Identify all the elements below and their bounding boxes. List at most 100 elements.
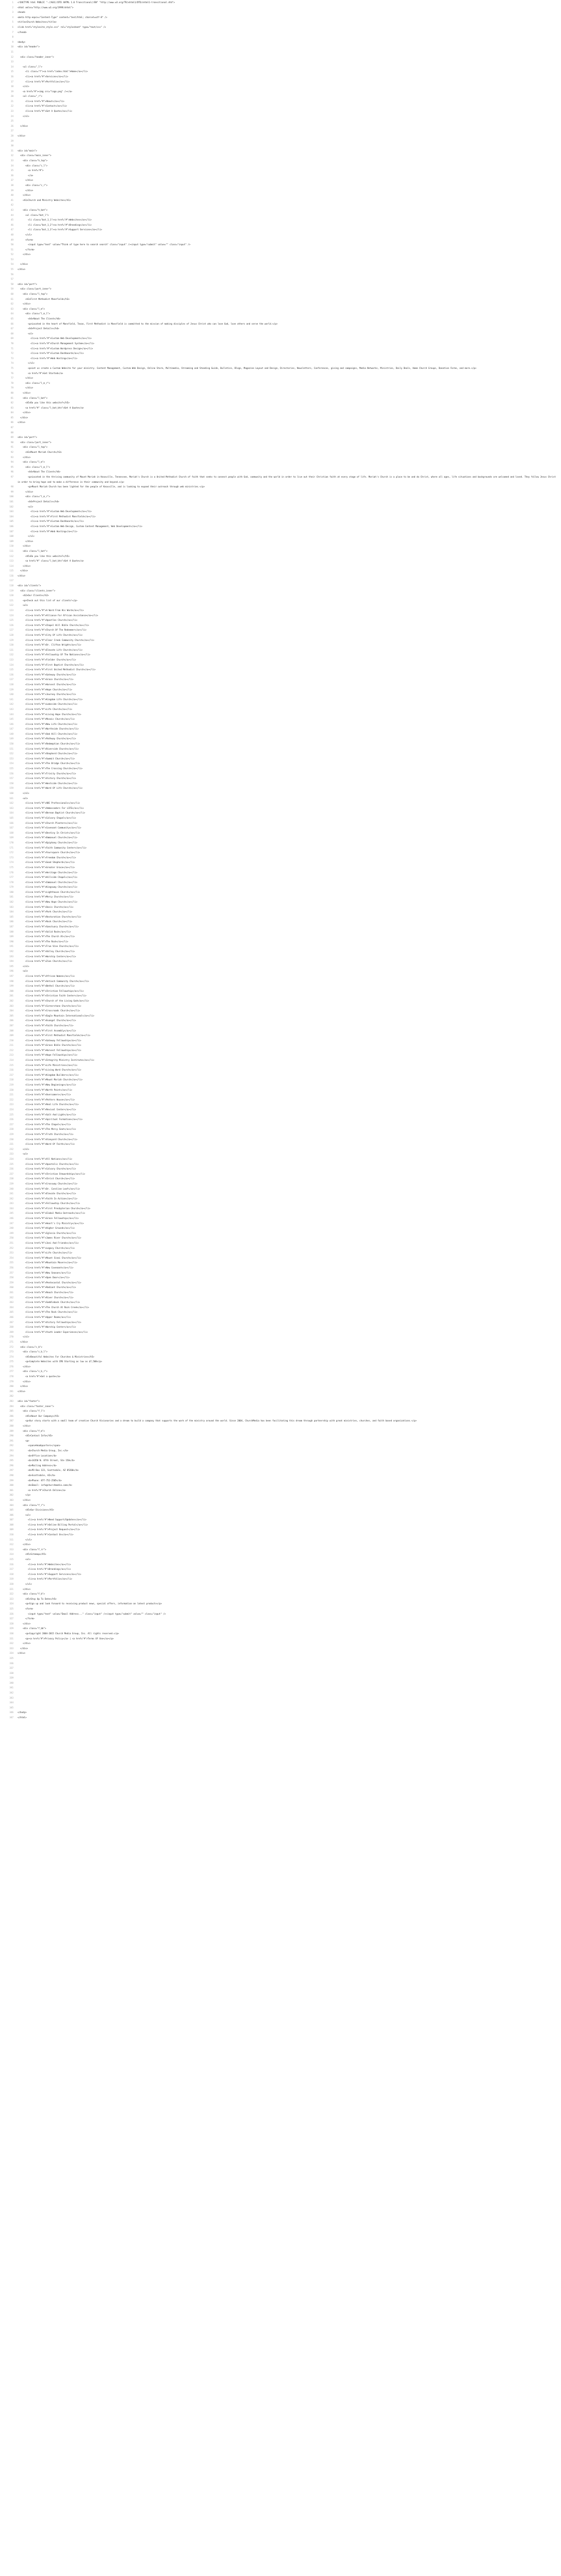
code-line[interactable]: 288 </div> [0,1423,561,1429]
code-line[interactable]: 155 <li><a href="#">The Crossing Church<… [0,766,561,771]
code-line[interactable]: 27 [0,128,561,133]
code-line[interactable]: 186 <li><a href="#">Rock Church</a></li> [0,919,561,924]
code-line[interactable]: 20 <ul class="_r"> [0,94,561,99]
code-line[interactable]: 202 <li><a href="#">Church of the Living… [0,998,561,1004]
code-line[interactable]: 13 [0,59,561,64]
code-line[interactable]: 97 <p>Located in the thriving community … [0,474,561,484]
code-line[interactable]: 69 <li><a href="#">Custom Web Developmen… [0,336,561,341]
code-line[interactable]: 136 <li><a href="#">Gateway Church</a></… [0,672,561,677]
code-line[interactable]: 194 <li><a href="#">Zion Church</a></li> [0,959,561,964]
code-line[interactable]: 334 </div> [0,1651,561,1656]
code-line[interactable]: 248 <li><a href="#">Higher Ground</a></l… [0,1226,561,1231]
code-line[interactable]: 81 <div class="l_bot"> [0,396,561,401]
code-line[interactable]: 128 <li><a href="#">City Of Life Church<… [0,633,561,638]
code-line[interactable]: 231 <li><a href="#">Word Of Faith</a></l… [0,1142,561,1147]
code-line[interactable]: 328 </div> [0,1621,561,1626]
code-line[interactable]: 6 <link href="stylesite_style.css" rel="s… [0,25,561,30]
code-line[interactable]: 162 <li><a href="#">ABC Professionals</a… [0,801,561,806]
code-line[interactable]: 227 <li><a href="#">The Chapel</a></li> [0,1122,561,1127]
code-line[interactable]: 45 <li class="bot_1_1"><a href="#">Websi… [0,217,561,223]
code-line[interactable]: 266 <li><a href="#">Upper Room</a></li> [0,1315,561,1320]
code-line[interactable]: 122 <ul> [0,603,561,608]
code-line[interactable]: 60 <div class="l_top"> [0,292,561,297]
code-line[interactable]: 55 </div> [0,267,561,272]
code-line[interactable]: 32 <div class="main_inner"> [0,153,561,158]
code-line[interactable]: 282 [0,1394,561,1399]
code-line[interactable]: 142 <li><a href="#">Lakeside Church</a><… [0,702,561,707]
code-line[interactable]: 298 <b>Scottsdale, AZ</b> [0,1473,561,1478]
code-line[interactable]: 19 <a href="#"><img src="logo.png" /></a… [0,89,561,94]
code-line[interactable]: 51 </form> [0,247,561,252]
code-line[interactable]: 127 <li><a href="#">Church Of The Redeem… [0,628,561,633]
code-line[interactable]: 58 <div id="port"> [0,282,561,287]
code-line[interactable]: 246 <li><a href="#">Grace Fellowship</a>… [0,1216,561,1221]
code-line[interactable]: 68 <ul> [0,331,561,336]
code-line[interactable]: 294 <b>Office Location</b> [0,1453,561,1459]
code-line[interactable]: 59 <div class="port_inner"> [0,286,561,292]
code-line[interactable]: 244 <li><a href="#">First Presbyterian C… [0,1206,561,1211]
code-line[interactable]: 140 <li><a href="#">Journey Church</a></… [0,692,561,697]
code-line[interactable]: 346 </body> [0,1710,561,1715]
code-line[interactable]: 148 <li><a href="#">Oak Hill Church</a><… [0,732,561,737]
code-line[interactable]: 279 </div> [0,1379,561,1384]
code-line[interactable]: 42 [0,202,561,208]
code-line[interactable]: 204 <li><a href="#">Crossroads Church</a… [0,1008,561,1013]
code-line[interactable]: 67 <h4>Project Details</h4> [0,326,561,331]
code-line[interactable]: 184 <li><a href="#">Park Church</a></li> [0,909,561,914]
code-line[interactable]: 262 <li><a href="#">River Church</a></li… [0,1295,561,1300]
code-line[interactable]: 171 <li><a href="#">Faith Community Cent… [0,845,561,851]
code-line[interactable]: 333 </div> [0,1646,561,1651]
code-line[interactable]: 96 <h4>About The Client</h4> [0,469,561,474]
code-line[interactable]: 79 </div> [0,385,561,391]
code-line[interactable]: 192 <li><a href="#">Valley Church</a></l… [0,949,561,954]
code-line[interactable]: 153 <li><a href="#">Summit Church</a></l… [0,756,561,761]
code-line[interactable]: 103 <li><a href="#">Custom Web Developme… [0,509,561,514]
code-line[interactable]: 98 <p>Mount Moriah Church has been light… [0,484,561,489]
code-line[interactable]: 152 <li><a href="#">Shepherd Church</a><… [0,751,561,756]
code-line[interactable]: 270 </ul> [0,1334,561,1340]
code-line[interactable]: 71 <li><a href="#">Custom Wordpress Desi… [0,346,561,351]
code-line[interactable]: 271 </div> [0,1340,561,1345]
code-line[interactable]: 61 <h3>First Methodist Mansfield</h3> [0,297,561,302]
code-line[interactable]: 337 [0,1666,561,1671]
code-line[interactable]: 22 <li><a href="#">Contact</a></li> [0,104,561,109]
code-line[interactable]: 9 <body> [0,40,561,45]
code-line[interactable]: 290 <h5>Contact Info</h5> [0,1433,561,1438]
code-line[interactable]: 300 <b>Email: info@churchmedia.com</b> [0,1483,561,1488]
code-line[interactable]: 24 </ul> [0,114,561,119]
code-line[interactable]: 291 <p> [0,1438,561,1444]
code-line[interactable]: 73 <li><a href="#">Web Hosting</a></li> [0,356,561,361]
code-line[interactable]: 226 <li><a href="#">Spiritual Formation<… [0,1117,561,1122]
code-line[interactable]: 306 <ul> [0,1513,561,1518]
code-line[interactable]: 107 <li><a href="#">Web Hosting</a></li> [0,529,561,534]
code-line[interactable]: 15 <li class="f"><a href="index.html">Ho… [0,69,561,74]
code-line[interactable]: 84 </div> [0,410,561,415]
code-line[interactable]: 178 <li><a href="#">Immanuel Church</a><… [0,880,561,885]
code-line[interactable]: 35 <a href="#"> [0,168,561,173]
code-line[interactable]: 21 <li><a href="#">About</a></li> [0,99,561,104]
code-line[interactable]: 139 <li><a href="#">Hope Church</a></li> [0,687,561,692]
code-line[interactable]: 147 <li><a href="#">Northside Church</a>… [0,726,561,732]
code-line[interactable]: 265 <li><a href="#">The Rock Church</a><… [0,1310,561,1315]
code-line[interactable]: 124 <li><a href="#">Alliance For African… [0,613,561,618]
code-line[interactable]: 213 <li><a href="#">Hope Fellowship</a><… [0,1053,561,1058]
code-line[interactable]: 347 </html> [0,1715,561,1720]
code-line[interactable]: 151 <li><a href="#">Riverside Church</a>… [0,747,561,752]
code-line[interactable]: 74 </ul> [0,361,561,366]
code-line[interactable]: 342 [0,1690,561,1696]
code-line[interactable]: 315 <ul> [0,1557,561,1562]
code-line[interactable]: 100 <div class="l_m_r"> [0,494,561,499]
code-line[interactable]: 216 <li><a href="#">Living Word Church</… [0,1067,561,1073]
code-line[interactable]: 332 </div> [0,1641,561,1646]
code-line[interactable]: 57 [0,277,561,282]
code-line[interactable]: 345 [0,1705,561,1710]
code-line[interactable]: 172 <li><a href="#">Foursquare Church</a… [0,850,561,855]
code-line[interactable]: 303 </div> [0,1498,561,1503]
code-line[interactable]: 10 <div id="header"> [0,44,561,49]
code-line[interactable]: 189 <li><a href="#">The Church At</a></l… [0,934,561,939]
code-line[interactable]: 116 </div> [0,573,561,579]
code-line[interactable]: 267 <li><a href="#">Victory Fellowship</… [0,1320,561,1325]
code-line[interactable]: 317 <li><a href="#">Branding</a></li> [0,1567,561,1572]
code-line[interactable]: 14 <ul class="_l"> [0,64,561,70]
code-line[interactable]: 161 <ul> [0,796,561,801]
